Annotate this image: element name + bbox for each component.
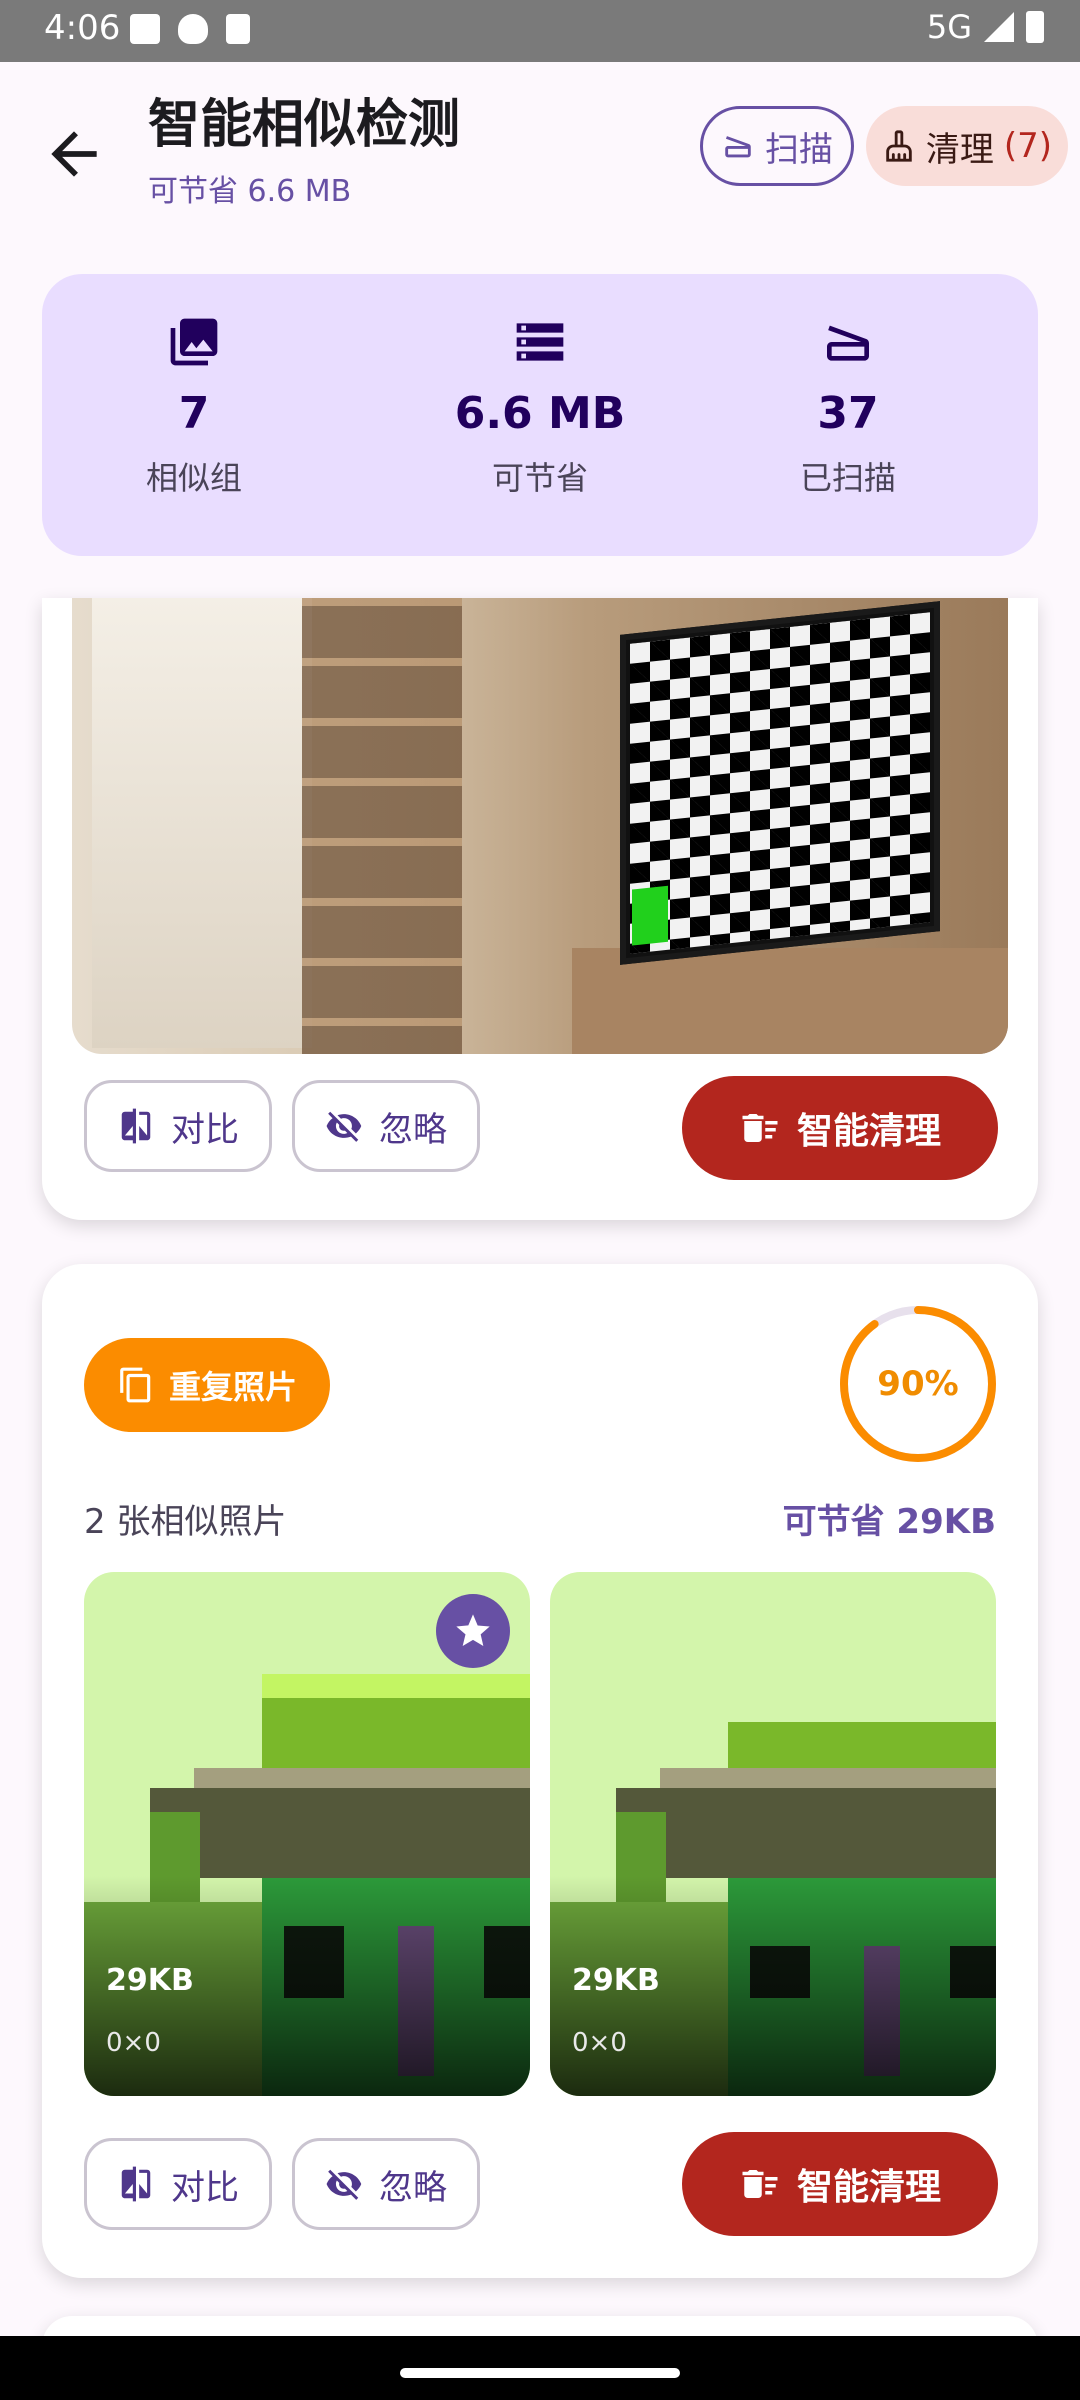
delete-sweep-icon <box>742 1114 778 1142</box>
compare-button[interactable]: 对比 <box>84 2138 272 2230</box>
compare-label: 对比 <box>171 2167 239 2208</box>
battery-icon <box>1026 11 1044 43</box>
compare-label: 对比 <box>171 1109 239 1150</box>
smart-clean-label: 智能清理 <box>796 1111 941 1152</box>
status-time: 4:06 <box>44 8 121 48</box>
stat-similar-groups: 7 相似组 <box>74 314 314 499</box>
gallery-notification-icon <box>130 14 160 44</box>
clean-count: (7) <box>1003 126 1053 166</box>
ignore-label: 忽略 <box>379 1109 447 1150</box>
stat-value: 6.6 MB <box>454 388 626 439</box>
status-right: 5G <box>927 8 1044 46</box>
photo-thumbnail[interactable]: 29KB 0×0 <box>84 1572 530 2096</box>
photo-dimensions: 0×0 <box>106 2028 161 2058</box>
status-bar: 4:06 5G <box>0 0 1080 62</box>
stat-scanned: 37 已扫描 <box>728 314 968 499</box>
sd-card-icon <box>226 14 250 44</box>
badge-label: 重复照片 <box>168 1368 297 1406</box>
broom-icon <box>886 130 912 162</box>
visibility-off-icon <box>326 2169 362 2200</box>
photo-thumbnail[interactable]: 29KB 0×0 <box>550 1572 996 2096</box>
page-subtitle: 可节省 6.6 MB <box>148 174 352 209</box>
network-type: 5G <box>926 8 972 46</box>
photo-shelf-area <box>302 598 462 1054</box>
photo-tv-stand <box>572 948 1008 1054</box>
delete-sweep-icon <box>742 2170 778 2198</box>
stat-value: 7 <box>178 388 210 439</box>
stat-label: 相似组 <box>145 459 242 497</box>
scan-button[interactable]: 扫描 <box>700 106 854 186</box>
photo-dimensions: 0×0 <box>572 2028 627 2058</box>
home-gesture-handle[interactable] <box>400 2368 680 2378</box>
stat-label: 已扫描 <box>799 459 896 497</box>
savable-size-text: 可节省 29KB <box>782 1502 996 1542</box>
photo-count-text: 2 张相似照片 <box>84 1502 287 1542</box>
photo-window-area <box>92 598 312 1048</box>
ignore-button[interactable]: 忽略 <box>292 1080 480 1172</box>
compare-icon <box>121 1108 151 1144</box>
storage-icon <box>516 323 564 361</box>
visibility-off-icon <box>326 1111 362 1142</box>
scan-label: 扫描 <box>765 129 833 170</box>
smart-clean-label: 智能清理 <box>796 2167 941 2208</box>
star-icon <box>456 1614 490 1646</box>
app-bar: 智能相似检测 可节省 6.6 MB 扫描 清理 (7) <box>0 62 1080 242</box>
scanner-icon <box>725 136 751 158</box>
smart-clean-button[interactable]: 智能清理 <box>682 2132 998 2236</box>
similarity-percent: 90% <box>877 1364 959 1404</box>
back-arrow-icon[interactable] <box>40 120 108 188</box>
page-title: 智能相似检测 <box>148 95 461 155</box>
duplicate-photos-badge: 重复照片 <box>84 1338 330 1432</box>
clean-button[interactable]: 清理 (7) <box>866 106 1068 186</box>
photo-thumbnail[interactable] <box>72 598 1008 1054</box>
similar-group-card: 重复照片 90% 2 张相似照片 可节省 29KB 29KB 0×0 29KB … <box>42 1264 1038 2278</box>
notification-icons <box>130 14 250 44</box>
stats-summary-card: 7 相似组 6.6 MB 可节省 37 已扫描 <box>42 274 1038 556</box>
ignore-button[interactable]: 忽略 <box>292 2138 480 2230</box>
stat-label: 可节省 <box>491 459 588 497</box>
compare-icon <box>121 2166 151 2202</box>
shield-notification-icon <box>178 14 208 44</box>
stat-value: 37 <box>817 388 879 439</box>
signal-icon <box>984 12 1014 42</box>
stat-savable: 6.6 MB 可节省 <box>420 314 660 499</box>
recommended-star-badge <box>436 1594 510 1668</box>
photo-library-icon <box>170 318 218 366</box>
compare-button[interactable]: 对比 <box>84 1080 272 1172</box>
photo-size: 29KB <box>106 1963 194 1998</box>
clean-label: 清理 <box>925 129 994 170</box>
similar-group-card: 对比 忽略 智能清理 <box>42 598 1038 1220</box>
ignore-label: 忽略 <box>379 2167 447 2208</box>
scanner-icon <box>827 325 869 361</box>
smart-clean-button[interactable]: 智能清理 <box>682 1076 998 1180</box>
photo-size: 29KB <box>572 1963 660 1998</box>
photo-tv-screen <box>620 601 940 965</box>
copy-icon <box>120 1367 151 1403</box>
